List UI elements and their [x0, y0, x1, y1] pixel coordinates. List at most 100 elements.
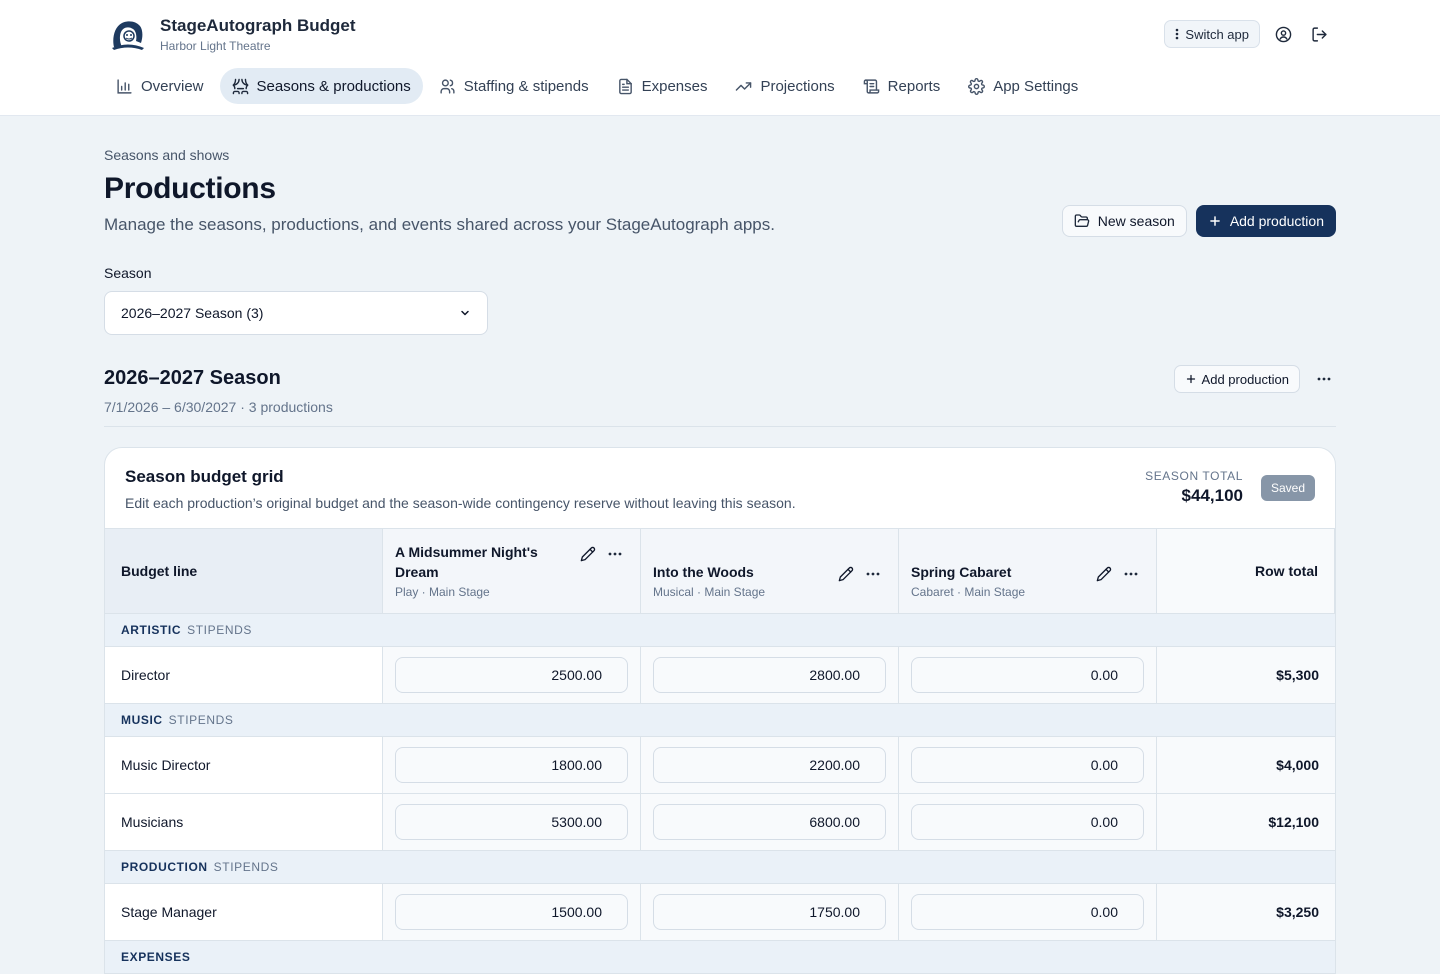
production-column-header: A Midsummer Night's Dream Play · Main St…	[383, 529, 641, 613]
budget-table: Budget line A Midsummer Night's Dream Pl…	[105, 529, 1335, 973]
budget-input[interactable]	[395, 747, 628, 783]
budget-input[interactable]	[395, 657, 628, 693]
account-button[interactable]	[1270, 21, 1296, 47]
production-meta: Musical · Main Stage	[653, 585, 766, 599]
row-total-value: $3,250	[1157, 883, 1335, 940]
new-season-button[interactable]: New season	[1061, 205, 1187, 237]
logout-button[interactable]	[1306, 21, 1332, 47]
budget-line-header: Budget line	[105, 529, 383, 613]
row-total-value: $12,100	[1157, 793, 1335, 850]
production-name: Spring Cabaret	[911, 564, 1012, 580]
brand[interactable]: StageAutograph Budget Harbor Light Theat…	[108, 16, 356, 53]
nav-label: Staffing & stipends	[463, 77, 589, 95]
budget-input[interactable]	[653, 894, 886, 930]
group-name: EXPENSES	[121, 950, 191, 964]
chevron-down-icon	[461, 310, 469, 316]
grid-header: Season budget grid Edit each production’…	[105, 448, 1335, 529]
page-content: Seasons and shows Productions Manage the…	[104, 116, 1336, 974]
nav-label: Overview	[141, 77, 204, 95]
season-total-value: $44,100	[1181, 486, 1243, 505]
budget-cell	[899, 736, 1157, 793]
gear-icon	[968, 77, 986, 95]
switch-app-button[interactable]: Switch app	[1164, 20, 1260, 48]
production-more-button[interactable]	[1124, 572, 1138, 576]
season-header: 2026–2027 Season 7/1/2026 – 6/30/2027 · …	[104, 365, 1336, 427]
budget-input[interactable]	[911, 657, 1144, 693]
receipt-icon	[618, 78, 632, 94]
season-budget-grid: Season budget grid Edit each production’…	[104, 447, 1336, 974]
group-name: ARTISTIC	[121, 623, 182, 637]
budget-input[interactable]	[395, 894, 628, 930]
season-add-production-label: Add production	[1201, 371, 1289, 387]
budget-line-label: Stage Manager	[105, 883, 383, 940]
season-select-value: 2026–2027 Season (3)	[121, 305, 264, 321]
nav-app-settings[interactable]: App Settings	[956, 68, 1090, 104]
season-meta: 7/1/2026 – 6/30/2027 · 3 productions	[104, 399, 333, 415]
nav-label: Reports	[887, 77, 941, 95]
nav-overview[interactable]: Overview	[104, 68, 216, 104]
edit-production-button[interactable]	[1096, 566, 1112, 582]
budget-line-label: Director	[105, 646, 383, 703]
budget-input[interactable]	[395, 804, 628, 840]
top-bar: StageAutograph Budget Harbor Light Theat…	[0, 0, 1440, 116]
add-production-label: Add production	[1229, 213, 1324, 229]
nav-reports[interactable]: Reports	[851, 68, 953, 104]
nav-projections[interactable]: Projections	[723, 68, 846, 104]
season-add-production-button[interactable]: Add production	[1173, 365, 1300, 393]
budget-input[interactable]	[911, 894, 1144, 930]
group-row-expenses: EXPENSES	[105, 940, 1335, 973]
budget-cell	[899, 793, 1157, 850]
season-select[interactable]: 2026–2027 Season (3)	[104, 291, 488, 335]
nav-staffing-stipends[interactable]: Staffing & stipends	[427, 68, 601, 104]
nav-seasons-productions[interactable]: Seasons & productions	[219, 68, 423, 104]
production-column-header: Spring Cabaret Cabaret · Main Stage	[899, 529, 1157, 613]
budget-input[interactable]	[653, 804, 886, 840]
bar-chart-icon	[117, 78, 132, 94]
production-column-header: Into the Woods Musical · Main Stage	[641, 529, 899, 613]
budget-cell	[899, 646, 1157, 703]
nav-label: App Settings	[993, 77, 1079, 95]
nav-label: Projections	[760, 77, 835, 95]
row-total-header: Row total	[1157, 529, 1335, 613]
plus-icon	[1210, 216, 1220, 226]
production-meta: Cabaret · Main Stage	[911, 585, 1026, 599]
season-title: 2026–2027 Season	[104, 367, 281, 389]
budget-input[interactable]	[653, 657, 886, 693]
more-vertical-icon	[1176, 28, 1179, 40]
plus-icon	[1186, 374, 1195, 384]
logout-icon	[1311, 26, 1327, 42]
group-subtitle: STIPENDS	[213, 860, 279, 874]
nav-expenses[interactable]: Expenses	[605, 68, 720, 104]
more-horizontal-icon	[1317, 377, 1331, 381]
user-circle-icon	[1275, 26, 1291, 42]
group-subtitle: STIPENDS	[187, 623, 252, 637]
new-season-label: New season	[1097, 213, 1175, 229]
edit-production-button[interactable]	[838, 566, 854, 582]
season-total-label: SEASON TOTAL	[1145, 469, 1243, 483]
budget-input[interactable]	[911, 747, 1144, 783]
group-row-production: PRODUCTION STIPENDS	[105, 850, 1335, 883]
season-more-button[interactable]	[1312, 367, 1336, 391]
nav-label: Seasons & productions	[256, 77, 411, 95]
budget-line-label: Music Director	[105, 736, 383, 793]
budget-input[interactable]	[653, 747, 886, 783]
season-total: SEASON TOTAL $44,100	[1145, 469, 1243, 506]
app-title: StageAutograph Budget	[160, 16, 356, 35]
budget-cell	[641, 646, 899, 703]
edit-production-button[interactable]	[580, 546, 596, 562]
row-total-value: $4,000	[1157, 736, 1335, 793]
group-name: MUSIC	[121, 713, 163, 727]
production-more-button[interactable]	[866, 572, 880, 576]
production-more-button[interactable]	[608, 552, 622, 556]
saved-badge: Saved	[1260, 475, 1315, 501]
budget-cell	[641, 736, 899, 793]
group-row-music: MUSIC STIPENDS	[105, 703, 1335, 736]
budget-input[interactable]	[911, 804, 1144, 840]
budget-line-label: Musicians	[105, 793, 383, 850]
budget-cell	[641, 883, 899, 940]
folder-open-icon	[1074, 214, 1090, 227]
org-name: Harbor Light Theatre	[160, 39, 271, 53]
add-production-button[interactable]: Add production	[1195, 205, 1336, 237]
page-title: Productions	[104, 172, 276, 205]
season-select-label: Season	[104, 265, 152, 281]
